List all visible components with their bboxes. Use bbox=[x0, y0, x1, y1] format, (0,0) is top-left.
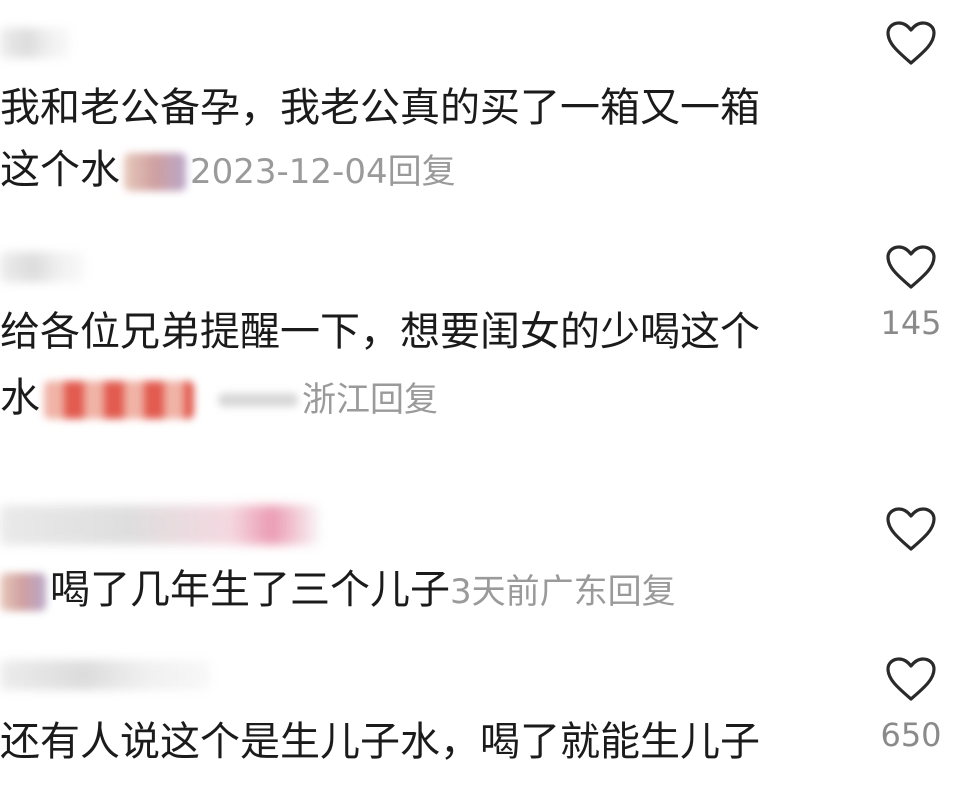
comment-text: 喝了几年生了三个儿子 bbox=[50, 567, 450, 613]
heart-outline-icon bbox=[886, 657, 936, 701]
reply-button[interactable]: 回复 bbox=[608, 572, 676, 612]
heart-outline-icon bbox=[886, 21, 936, 65]
blurred-emoji bbox=[44, 381, 194, 419]
comment-text: 还有人说这个是生儿子水，喝了就能生儿子 bbox=[0, 719, 760, 765]
comment-text-continuation: 水 bbox=[0, 375, 40, 421]
like-button[interactable] bbox=[881, 506, 941, 566]
comment-location: 广东 bbox=[539, 572, 608, 612]
blurred-emoji bbox=[124, 153, 186, 191]
comment-date: 2023-12-04 bbox=[190, 152, 388, 192]
username-blurred[interactable] bbox=[0, 505, 320, 545]
comment-text-line2: 水 浙江回复 bbox=[0, 374, 438, 424]
username-blurred[interactable] bbox=[0, 252, 84, 282]
comment-text-continuation: 这个水 bbox=[0, 147, 120, 193]
heart-outline-icon bbox=[886, 507, 936, 551]
comment-text: 我和老公备孕，我老公真的买了一箱又一箱 bbox=[0, 85, 760, 131]
like-count: 145 bbox=[880, 304, 942, 342]
comment-time: 3天前 bbox=[450, 572, 540, 612]
blurred-emoji bbox=[0, 573, 46, 611]
like-button[interactable]: 650 bbox=[880, 656, 942, 754]
like-button[interactable] bbox=[881, 20, 941, 80]
scroll-fade bbox=[0, 770, 959, 800]
username-blurred[interactable] bbox=[0, 28, 70, 58]
reply-button[interactable]: 回复 bbox=[388, 152, 456, 192]
username-blurred[interactable] bbox=[0, 660, 210, 690]
comment-text-line: 喝了几年生了三个儿子3天前广东回复 bbox=[0, 566, 676, 616]
like-button[interactable]: 145 bbox=[880, 244, 942, 342]
comment-text-line2: 这个水 2023-12-04回复 bbox=[0, 146, 456, 196]
blurred-text bbox=[218, 393, 298, 407]
reply-button[interactable]: 回复 bbox=[370, 380, 438, 420]
comment-text: 给各位兄弟提醒一下，想要闺女的少喝这个 bbox=[0, 309, 760, 355]
comment-location: 浙江 bbox=[302, 380, 370, 420]
like-count: 650 bbox=[880, 716, 942, 754]
heart-outline-icon bbox=[886, 245, 936, 289]
